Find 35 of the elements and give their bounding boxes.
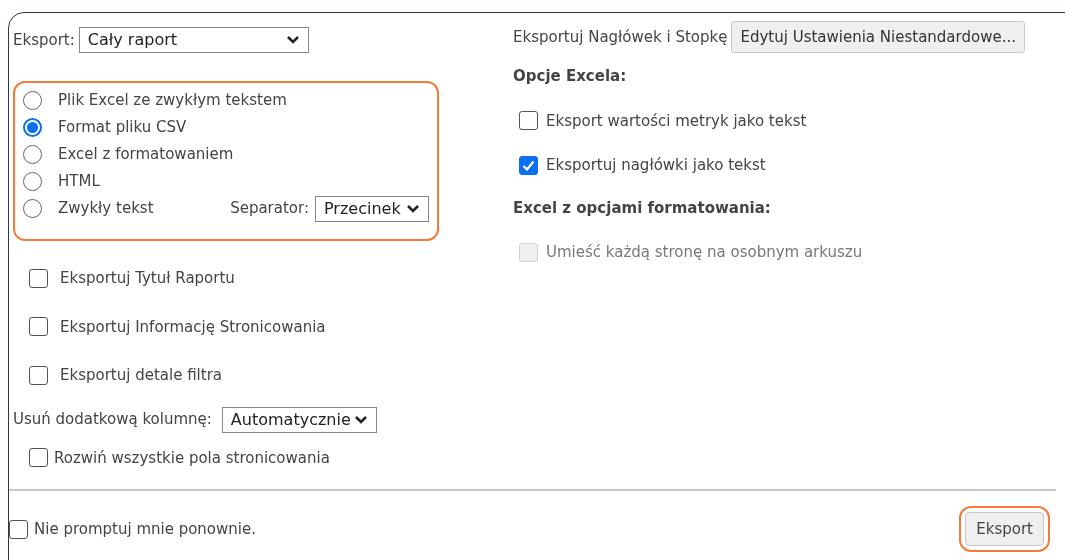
- section-heading: Opcje Excela:: [513, 66, 628, 87]
- checkbox[interactable]: [29, 448, 48, 468]
- export-button[interactable]: Eksport: [965, 512, 1044, 546]
- checkbox[interactable]: [519, 111, 538, 131]
- header-footer-label: Eksportuj Nagłówek i Stopkę: [513, 26, 728, 48]
- chevron-down-icon: [285, 35, 300, 45]
- export-label: Eksport:: [13, 29, 75, 51]
- edit-settings-button[interactable]: Edytuj Ustawienia Niestandardowe...: [731, 21, 1025, 53]
- option-label: Zwykły tekst: [58, 198, 154, 220]
- option-label: Eksportuj Tytuł Raportu: [60, 268, 235, 289]
- option-label: Eksportuj detale filtra: [60, 365, 222, 386]
- dropdown[interactable]: Automatycznie: [221, 406, 377, 433]
- separator-label: Separator:: [230, 198, 309, 220]
- dropdown[interactable]: Cały raport: [78, 27, 309, 53]
- checkbox[interactable]: [29, 317, 48, 337]
- checkbox[interactable]: [9, 519, 28, 539]
- option-label: Eksportuj nagłówki jako tekst: [546, 155, 766, 176]
- option-label: Rozwiń wszystkie pola stronicowania: [54, 447, 330, 469]
- dropdown[interactable]: Przecinek: [315, 195, 429, 222]
- chevron-down-icon: [406, 203, 420, 214]
- option-label: Eksportuj Informację Stronicowania: [60, 316, 326, 338]
- option-label: Eksport wartości metryk jako tekst: [546, 110, 807, 132]
- option-label: Format pliku CSV: [58, 117, 187, 139]
- checkbox[interactable]: [29, 268, 48, 288]
- option-label: Excel z formatowaniem: [58, 144, 234, 166]
- option-label: Plik Excel ze zwykłym tekstem: [58, 90, 287, 112]
- checkbox[interactable]: [519, 155, 538, 175]
- option-label: HTML: [58, 171, 100, 193]
- option-label: Nie promptuj mnie ponownie.: [34, 518, 256, 540]
- chevron-down-icon: [353, 414, 368, 425]
- section-heading: Excel z opcjami formatowania:: [513, 197, 772, 219]
- option-label: Umieść każdą stronę na osobnym arkuszu: [546, 242, 863, 263]
- radio-button[interactable]: [23, 118, 42, 137]
- checkbox[interactable]: [29, 365, 48, 385]
- extra-column-label: Usuń dodatkową kolumnę:: [13, 409, 212, 431]
